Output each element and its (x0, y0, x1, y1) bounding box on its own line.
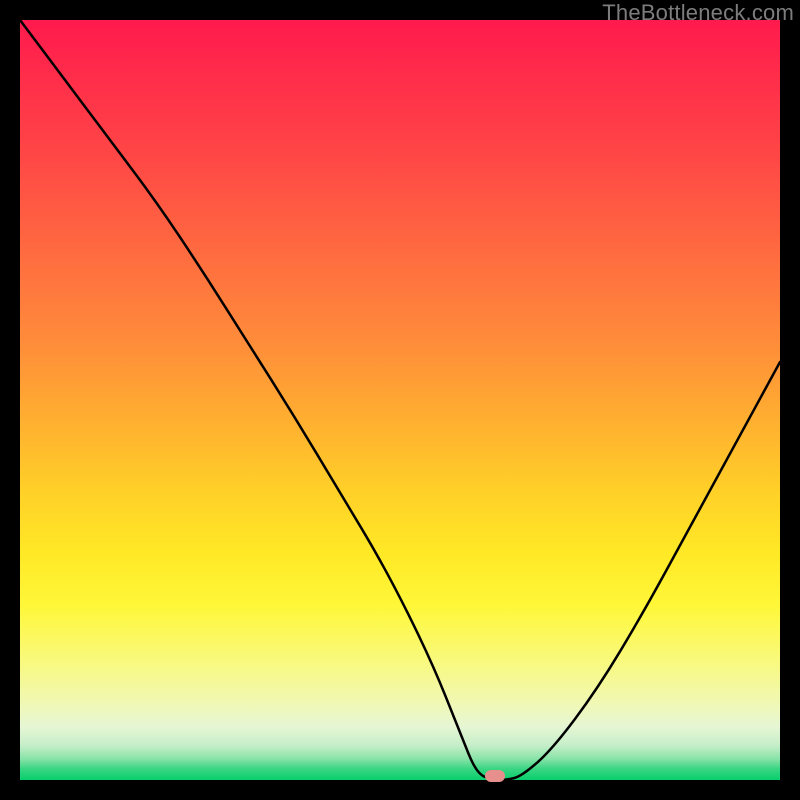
bottleneck-curve (20, 20, 780, 780)
chart-frame: TheBottleneck.com (0, 0, 800, 800)
plot-area (20, 20, 780, 780)
optimal-point-marker (485, 770, 505, 782)
watermark-text: TheBottleneck.com (602, 0, 794, 26)
